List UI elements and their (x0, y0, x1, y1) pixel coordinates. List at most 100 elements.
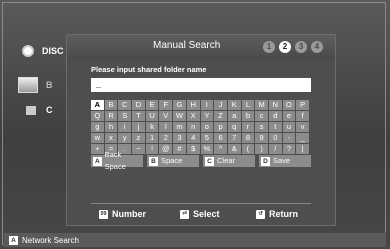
key[interactable]: w (91, 133, 104, 143)
key[interactable]: M (255, 100, 268, 110)
key[interactable]: K (227, 100, 241, 110)
key[interactable]: n (186, 122, 200, 132)
key[interactable]: v (296, 122, 309, 132)
key[interactable]: 8 (241, 133, 255, 143)
keyboard-row: ABCDEFGHIJKLMNOP (91, 100, 311, 110)
key[interactable]: L (241, 100, 255, 110)
key[interactable]: + (91, 144, 104, 154)
key[interactable]: _ (296, 133, 309, 143)
key[interactable]: r (241, 122, 255, 132)
key[interactable]: f (296, 111, 309, 121)
key[interactable]: % (200, 144, 214, 154)
key[interactable]: @ (159, 144, 173, 154)
key[interactable]: U (145, 111, 159, 121)
key[interactable]: ! (145, 144, 159, 154)
key[interactable]: O (282, 100, 296, 110)
key[interactable]: a (227, 111, 241, 121)
key[interactable]: S (118, 111, 132, 121)
key[interactable]: ^ (214, 144, 227, 154)
key[interactable]: k (145, 122, 159, 132)
step-2-indicator: 2 (279, 41, 291, 53)
key[interactable]: T (132, 111, 145, 121)
save-button[interactable]: D Save (259, 155, 311, 167)
dialog-footer: 09 Number ⏎ Select ↺ Return (67, 205, 335, 227)
key[interactable]: $ (186, 144, 200, 154)
key[interactable]: N (268, 100, 282, 110)
key[interactable]: G (173, 100, 186, 110)
back-space-button[interactable]: A Back Space (91, 150, 143, 171)
key[interactable]: A (91, 100, 104, 110)
step-indicator: 1234 (263, 41, 323, 53)
sidebar-item-disc[interactable]: DISC (22, 45, 64, 57)
key[interactable]: B (104, 100, 118, 110)
key[interactable]: - (282, 133, 296, 143)
key[interactable]: # (173, 144, 186, 154)
key[interactable]: J (214, 100, 227, 110)
input-prompt: Please input shared folder name (91, 65, 207, 74)
key[interactable]: q (227, 122, 241, 132)
keyboard-row: QRSTUVWXYZabcdef (91, 111, 311, 121)
key[interactable]: c (255, 111, 268, 121)
on-screen-keyboard: ABCDEFGHIJKLMNOPQRSTUVWXYZabcdefghijklmn… (91, 100, 311, 171)
key[interactable]: ) (255, 144, 268, 154)
key[interactable]: ( (241, 144, 255, 154)
key[interactable]: 0 (268, 133, 282, 143)
key[interactable]: ? (282, 144, 296, 154)
key[interactable]: z (132, 133, 145, 143)
sidebar-item-usb[interactable]: C (26, 105, 53, 115)
sidebar-item-pc[interactable]: B (18, 77, 53, 93)
space-button[interactable]: B Space (147, 155, 199, 167)
key[interactable]: i (118, 122, 132, 132)
step-3-indicator: 3 (295, 41, 307, 53)
key[interactable]: D (132, 100, 145, 110)
key[interactable]: Y (200, 111, 214, 121)
sidebar-item-usb-label: C (46, 105, 53, 115)
network-search-label[interactable]: Network Search (22, 236, 79, 245)
return-icon: ↺ (256, 209, 265, 219)
key[interactable]: 6 (214, 133, 227, 143)
key[interactable]: / (268, 144, 282, 154)
key[interactable]: Q (91, 111, 104, 121)
key[interactable]: H (186, 100, 200, 110)
key[interactable]: F (159, 100, 173, 110)
key[interactable]: X (186, 111, 200, 121)
key[interactable]: I (200, 100, 214, 110)
key[interactable]: | (296, 144, 309, 154)
key[interactable]: o (200, 122, 214, 132)
key[interactable]: 7 (227, 133, 241, 143)
key[interactable]: 1 (145, 133, 159, 143)
key[interactable]: l (159, 122, 173, 132)
key[interactable]: d (268, 111, 282, 121)
key[interactable]: 5 (200, 133, 214, 143)
key[interactable]: 3 (173, 133, 186, 143)
key[interactable]: R (104, 111, 118, 121)
key[interactable]: Z (214, 111, 227, 121)
key[interactable]: 9 (255, 133, 268, 143)
key[interactable]: 4 (186, 133, 200, 143)
key[interactable]: E (145, 100, 159, 110)
key[interactable]: e (282, 111, 296, 121)
key[interactable]: m (173, 122, 186, 132)
select-hint: ⏎ Select (180, 209, 220, 219)
folder-name-input[interactable]: _ (91, 78, 311, 92)
key[interactable]: C (118, 100, 132, 110)
key[interactable]: 2 (159, 133, 173, 143)
key[interactable]: j (132, 122, 145, 132)
sidebar-item-disc-label: DISC (42, 46, 64, 56)
key[interactable]: h (104, 122, 118, 132)
key[interactable]: y (118, 133, 132, 143)
clear-button[interactable]: C Clear (203, 155, 255, 167)
key[interactable]: p (214, 122, 227, 132)
action-label: Space (161, 156, 183, 165)
key[interactable]: u (282, 122, 296, 132)
key[interactable]: x (104, 133, 118, 143)
key[interactable]: P (296, 100, 309, 110)
key[interactable]: g (91, 122, 104, 132)
keyboard-row: w x y z 1 2 3 4 5 6 7 8 9 0- _ (91, 133, 311, 143)
key[interactable]: s (255, 122, 268, 132)
key[interactable]: V (159, 111, 173, 121)
key[interactable]: W (173, 111, 186, 121)
key[interactable]: b (241, 111, 255, 121)
key[interactable]: & (227, 144, 241, 154)
key[interactable]: t (268, 122, 282, 132)
